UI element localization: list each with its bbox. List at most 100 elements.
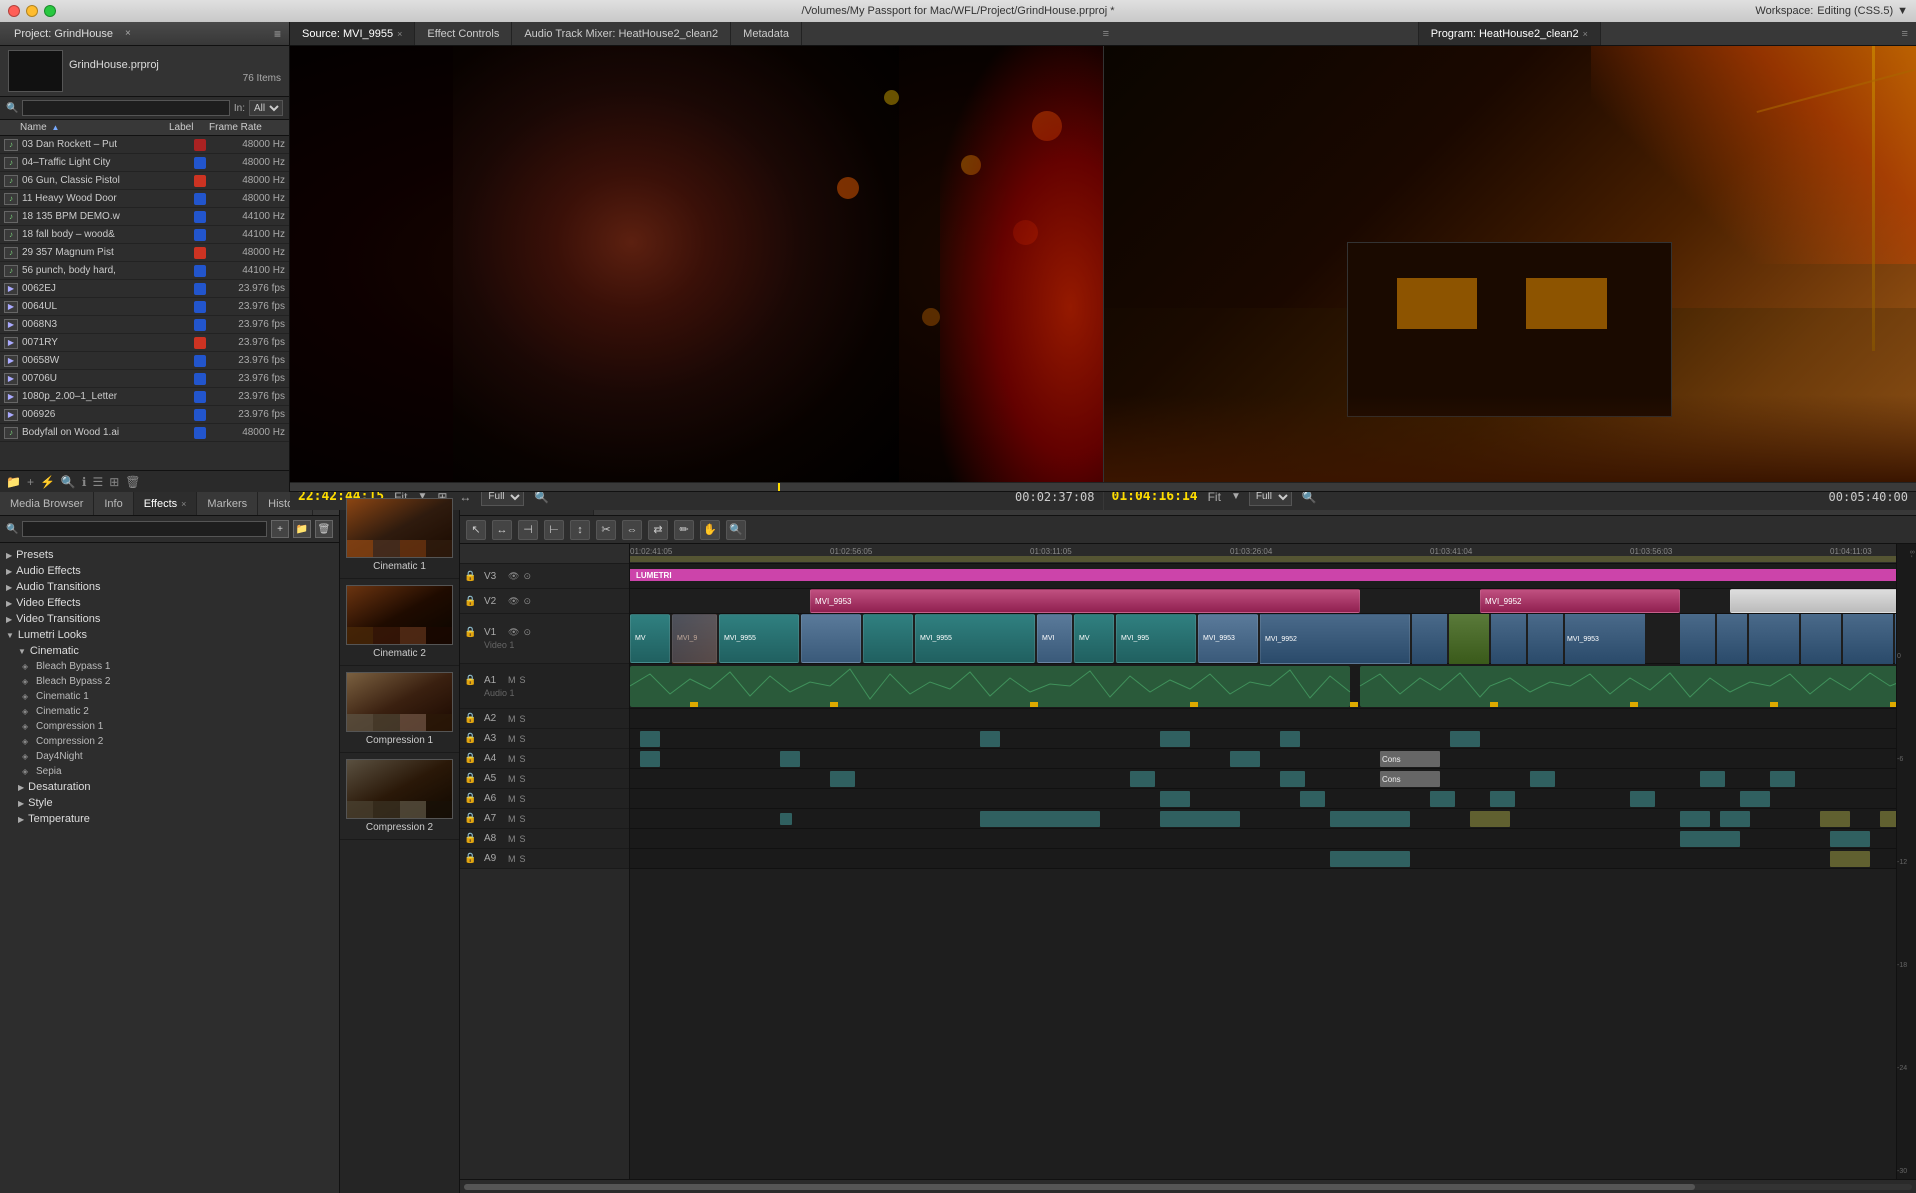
source-tab-close[interactable]: × <box>397 29 402 39</box>
effects-search-input[interactable] <box>22 521 267 537</box>
a5-cons-clip[interactable]: Cons <box>1380 771 1440 787</box>
a7-clip-5[interactable] <box>1680 811 1710 827</box>
file-list-item[interactable]: ▶ 1080p_2.00–1_Letter 23.976 fps <box>0 388 289 406</box>
a5-clip-2[interactable] <box>1130 771 1155 787</box>
effects-tab[interactable]: Effects × <box>134 492 198 515</box>
find-icon[interactable]: 🔍 <box>61 475 76 489</box>
cinematic-1-item[interactable]: ◈ Cinematic 1 <box>0 689 339 704</box>
program-tab[interactable]: Program: HeatHouse2_clean2 × <box>1418 22 1601 45</box>
a2-lock-icon[interactable]: 🔒 <box>464 713 480 724</box>
program-fit-arrow[interactable]: ▼ <box>1231 491 1241 502</box>
effects-delete-btn[interactable]: 🗑 <box>315 520 333 538</box>
a9-lock-icon[interactable]: 🔒 <box>464 853 480 864</box>
v1-clip-mv2[interactable]: MV <box>1074 614 1114 663</box>
file-list-item[interactable]: ♪ 04–Traffic Light City 48000 Hz <box>0 154 289 172</box>
a4-clip-1[interactable] <box>640 751 660 767</box>
v1-clip-1087[interactable] <box>1717 614 1747 664</box>
a4-lock-icon[interactable]: 🔒 <box>464 753 480 764</box>
a3-clip-1[interactable] <box>640 731 660 747</box>
program-panel-menu[interactable]: ≡ <box>1902 28 1916 40</box>
close-button[interactable] <box>8 5 20 17</box>
file-list-item[interactable]: ♪ 18 fall body – wood& 44100 Hz <box>0 226 289 244</box>
v1-clip-1213[interactable] <box>1843 614 1893 664</box>
rolling-edit-tool[interactable]: ⊢ <box>544 520 564 540</box>
v2-clip-3[interactable] <box>1730 589 1896 613</box>
source-tab[interactable]: Source: MVI_9955 × <box>290 22 415 45</box>
a7-clip-1[interactable] <box>980 811 1100 827</box>
v1-clip-9953-2[interactable]: MVI_9953 <box>1198 614 1258 663</box>
v2-clip-2[interactable]: MVI_9952 <box>1480 589 1680 613</box>
file-list-item[interactable]: ▶ 0062EJ 23.976 fps <box>0 280 289 298</box>
effects-folder-btn[interactable]: 📁 <box>293 520 311 538</box>
a8-clip-2[interactable] <box>1830 831 1870 847</box>
a6-clip-3[interactable] <box>1430 791 1455 807</box>
compression-1-item[interactable]: ◈ Compression 1 <box>0 719 339 734</box>
v1-clip-1265[interactable] <box>1895 614 1896 664</box>
a3-clip-5[interactable] <box>1450 731 1480 747</box>
file-list-item[interactable]: ♪ 06 Gun, Classic Pistol 48000 Hz <box>0 172 289 190</box>
v1-clip-9955[interactable]: MVI_9955 <box>915 614 1035 663</box>
v1-clip-mvi-s[interactable] <box>1412 614 1447 664</box>
source-ruler[interactable] <box>290 482 1916 492</box>
info-icon[interactable]: ℹ <box>82 475 87 489</box>
a5-lock-icon[interactable]: 🔒 <box>464 773 480 784</box>
a5-clip-6[interactable] <box>1770 771 1795 787</box>
a3-clip-3[interactable] <box>1160 731 1190 747</box>
temperature-subcategory[interactable]: ▶ Temperature <box>0 811 339 827</box>
a5-clip-3[interactable] <box>1280 771 1305 787</box>
compression2-thumbnail[interactable]: Compression 2 <box>340 753 459 840</box>
new-effects-preset-btn[interactable]: + <box>271 520 289 538</box>
slip-tool[interactable]: ⇔ <box>622 520 642 540</box>
markers-tab[interactable]: Markers <box>197 492 258 515</box>
v1-clip-995[interactable]: MVI_995 <box>1116 614 1196 663</box>
a1-m-btn[interactable]: M <box>508 675 516 685</box>
file-list-item[interactable]: ▶ 0064UL 23.976 fps <box>0 298 289 316</box>
a4-clip-2[interactable] <box>780 751 800 767</box>
file-list-item[interactable]: ▶ 00658W 23.976 fps <box>0 352 289 370</box>
a7-clip-4[interactable] <box>1470 811 1510 827</box>
metadata-tab[interactable]: Metadata <box>731 22 802 45</box>
a7-clip-6[interactable] <box>1720 811 1750 827</box>
ripple-edit-tool[interactable]: ⊣ <box>518 520 538 540</box>
a2-m-btn[interactable]: M <box>508 714 516 724</box>
file-list-item[interactable]: ▶ 0071RY 23.976 fps <box>0 334 289 352</box>
v1-clip-mvi-b[interactable] <box>1491 614 1526 664</box>
timeline-scrollbar[interactable] <box>460 1179 1916 1193</box>
a7-clip-2[interactable] <box>1160 811 1240 827</box>
a6-clip-5[interactable] <box>1630 791 1655 807</box>
compression-2-item[interactable]: ◈ Compression 2 <box>0 734 339 749</box>
file-list-item[interactable]: ♪ 18 135 BPM DEMO.w 44100 Hz <box>0 208 289 226</box>
source-playhead[interactable] <box>778 483 780 491</box>
a5-clip-1[interactable] <box>830 771 855 787</box>
file-list-item[interactable]: ▶ 006926 23.976 fps <box>0 406 289 424</box>
a5-clip-4[interactable] <box>1530 771 1555 787</box>
style-subcategory[interactable]: ▶ Style <box>0 795 339 811</box>
file-list-item[interactable]: ▶ 0068N3 23.976 fps <box>0 316 289 334</box>
a8-clip-1[interactable] <box>1680 831 1740 847</box>
v1-lock-icon[interactable]: 🔒 <box>464 627 480 638</box>
a3-clip-2[interactable] <box>980 731 1000 747</box>
a9-clip-1[interactable] <box>1330 851 1410 867</box>
file-list-item[interactable]: ♪ Bodyfall on Wood 1.ai 48000 Hz <box>0 424 289 442</box>
a7-lock-icon[interactable]: 🔒 <box>464 813 480 824</box>
a6-clip-2[interactable] <box>1300 791 1325 807</box>
audio-track-mixer-tab[interactable]: Audio Track Mixer: HeatHouse2_clean2 <box>512 22 731 45</box>
automate-icon[interactable]: ⚡ <box>40 475 55 489</box>
col-framerate-header[interactable]: Frame Rate <box>209 122 289 133</box>
desaturation-subcategory[interactable]: ▶ Desaturation <box>0 779 339 795</box>
v1-clip-1050[interactable] <box>1680 614 1715 664</box>
file-list-item[interactable]: ♪ 03 Dan Rockett – Put 48000 Hz <box>0 136 289 154</box>
lumetri-clip[interactable]: LUMETRI <box>630 569 1896 581</box>
cinematic-2-item[interactable]: ◈ Cinematic 2 <box>0 704 339 719</box>
a7-clip-3[interactable] <box>1330 811 1410 827</box>
v3-lock-icon[interactable]: 🔒 <box>464 571 480 582</box>
a6-clip-1[interactable] <box>1160 791 1190 807</box>
delete-icon[interactable]: 🗑 <box>125 475 140 489</box>
a6-clip-6[interactable] <box>1740 791 1770 807</box>
scrollbar-thumb[interactable] <box>464 1184 1695 1190</box>
a8-lock-icon[interactable]: 🔒 <box>464 833 480 844</box>
minimize-button[interactable] <box>26 5 38 17</box>
cinematic-subcategory[interactable]: ▼ Cinematic <box>0 643 339 659</box>
cinematic1-thumbnail[interactable]: Cinematic 1 <box>340 492 459 579</box>
col-name-header[interactable]: Name ▲ <box>0 122 169 133</box>
